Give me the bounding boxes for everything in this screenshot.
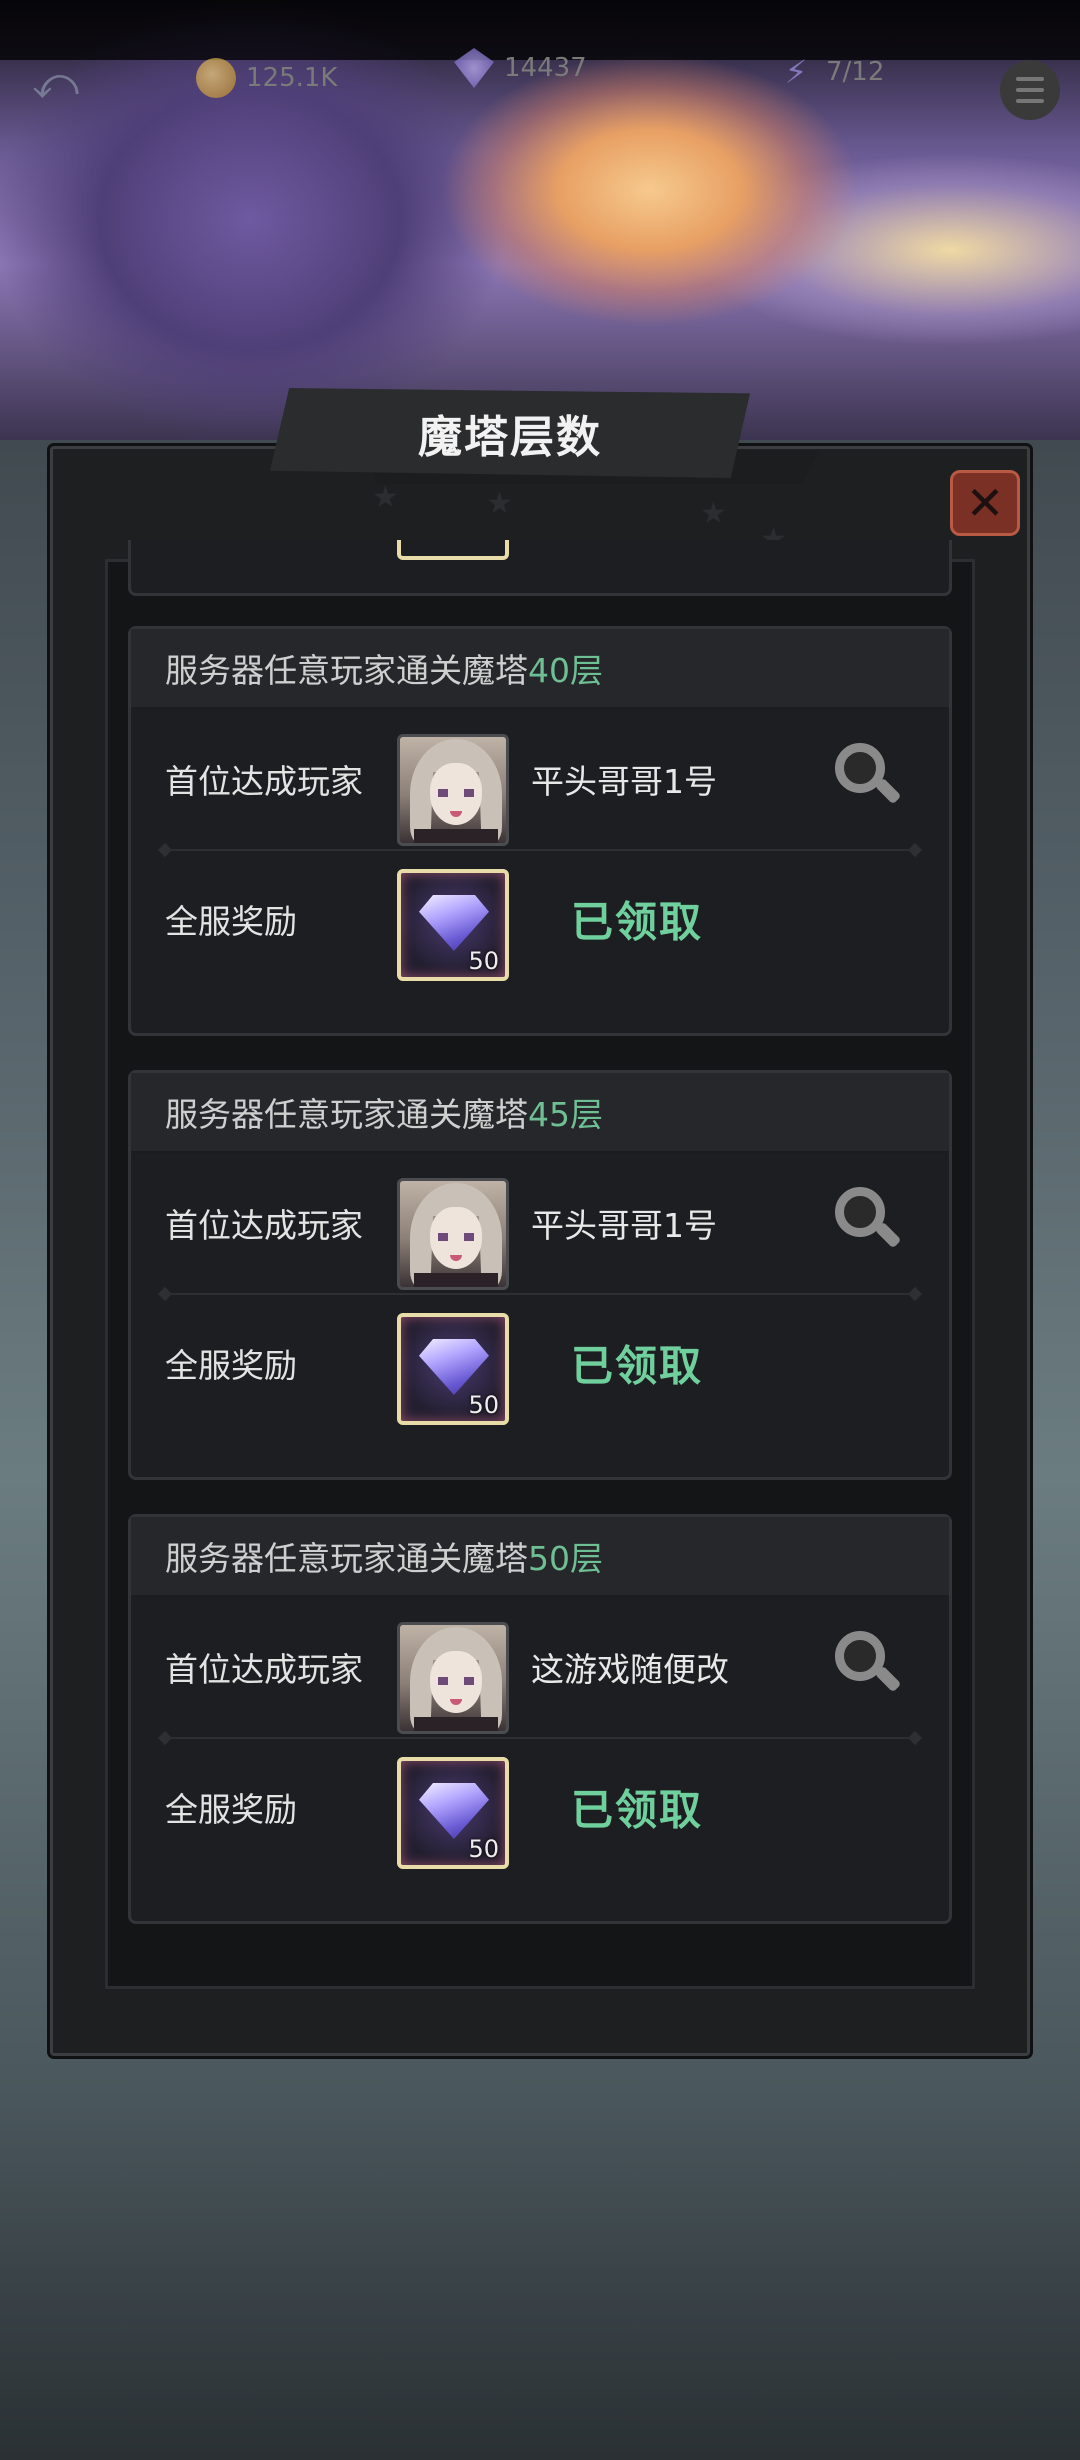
coin-icon — [196, 58, 236, 98]
star-decor-icon: ★ — [372, 480, 399, 515]
player-name: 平头哥哥1号 — [531, 762, 717, 801]
first-player-label: 首位达成玩家 — [165, 1650, 363, 1689]
floor-level: 45层 — [528, 1095, 603, 1134]
floor-level: 40层 — [528, 651, 603, 690]
title-prefix: 服务器任意玩家通关魔塔 — [165, 651, 528, 690]
first-player-row: 首位达成玩家 平头哥哥1号 — [131, 1153, 949, 1293]
first-player-label: 首位达成玩家 — [165, 762, 363, 801]
reward-row: 全服奖励 50 已领取 — [131, 1737, 949, 1877]
claimed-status: 已领取 — [571, 1785, 704, 1835]
achievement-title: 服务器任意玩家通关魔塔 45层 — [131, 1073, 949, 1153]
close-button[interactable]: ✕ — [950, 470, 1020, 536]
reward-frame — [397, 540, 509, 560]
diamond-icon — [419, 1339, 489, 1395]
reward-row: 全服奖励 50 已领取 — [131, 849, 949, 989]
title-prefix: 服务器任意玩家通关魔塔 — [165, 1539, 528, 1578]
reward-item[interactable]: 50 — [397, 869, 509, 981]
reward-item[interactable]: 50 — [397, 1757, 509, 1869]
avatar[interactable] — [397, 1622, 509, 1734]
energy-value: 7/12 — [826, 57, 885, 87]
reward-count: 50 — [468, 1835, 499, 1863]
avatar[interactable] — [397, 1178, 509, 1290]
back-icon[interactable]: ⤺ — [32, 58, 79, 109]
coin-resource: 125.1K — [196, 58, 337, 98]
first-player-row: 首位达成玩家 平头哥哥1号 — [131, 709, 949, 849]
divider — [165, 1737, 915, 1739]
reward-count: 50 — [468, 1391, 499, 1419]
reward-row: 全服奖励 50 已领取 — [131, 1293, 949, 1433]
energy-resource: ⚡ 7/12 — [776, 52, 885, 92]
menu-icon[interactable] — [1000, 60, 1060, 120]
floor-level: 50层 — [528, 1539, 603, 1578]
gem-icon — [454, 48, 494, 88]
diamond-icon — [419, 1783, 489, 1839]
player-name: 这游戏随便改 — [531, 1650, 729, 1689]
page-title: 魔塔层数 — [418, 412, 602, 463]
divider — [165, 1293, 915, 1295]
server-reward-label: 全服奖励 — [165, 1790, 297, 1829]
energy-icon: ⚡ — [784, 53, 808, 91]
achievement-title: 服务器任意玩家通关魔塔 40层 — [131, 629, 949, 709]
search-icon[interactable] — [835, 743, 902, 809]
first-player-label: 首位达成玩家 — [165, 1206, 363, 1245]
diamond-icon — [419, 895, 489, 951]
list-item: 服务器任意玩家通关魔塔 45层 首位达成玩家 平头哥哥1号 全服奖励 50 已领取 — [128, 1070, 952, 1480]
title-prefix: 服务器任意玩家通关魔塔 — [165, 1095, 528, 1134]
reward-item[interactable]: 50 — [397, 1313, 509, 1425]
divider — [165, 849, 915, 851]
gem-value: 14437 — [504, 53, 587, 83]
server-reward-label: 全服奖励 — [165, 902, 297, 941]
achievement-title: 服务器任意玩家通关魔塔 50层 — [131, 1517, 949, 1597]
list-item-partial — [128, 540, 952, 596]
claimed-status: 已领取 — [571, 897, 704, 947]
player-name: 平头哥哥1号 — [531, 1206, 717, 1245]
star-decor-icon: ★ — [700, 496, 727, 531]
close-icon: ✕ — [965, 476, 1005, 530]
list-item: 服务器任意玩家通关魔塔 50层 首位达成玩家 这游戏随便改 全服奖励 50 已领取 — [128, 1514, 952, 1924]
first-player-row: 首位达成玩家 这游戏随便改 — [131, 1597, 949, 1737]
star-decor-icon: ★ — [486, 486, 513, 521]
coin-value: 125.1K — [246, 63, 338, 93]
gem-resource: 14437 — [454, 48, 587, 88]
claimed-status: 已领取 — [571, 1341, 704, 1391]
title-banner: 魔塔层数 — [270, 388, 750, 478]
avatar[interactable] — [397, 734, 509, 846]
reward-count: 50 — [468, 947, 499, 975]
search-icon[interactable] — [835, 1631, 902, 1697]
server-reward-label: 全服奖励 — [165, 1346, 297, 1385]
list-item: 服务器任意玩家通关魔塔 40层 首位达成玩家 平头哥哥1号 全服奖励 50 已领取 — [128, 626, 952, 1036]
achievement-list[interactable]: 服务器任意玩家通关魔塔 40层 首位达成玩家 平头哥哥1号 全服奖励 50 已领取… — [128, 540, 952, 1930]
search-icon[interactable] — [835, 1187, 902, 1253]
